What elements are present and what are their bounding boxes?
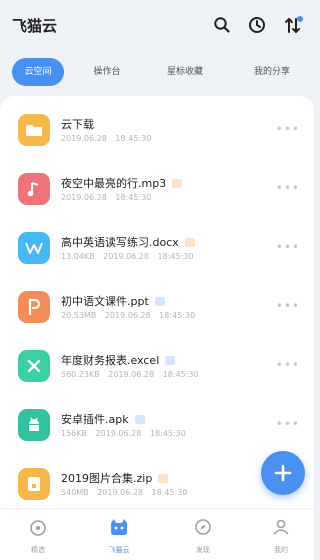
bottom-nav: 精选 飞猫云 发现 我的 <box>0 508 314 560</box>
tab-bar: 云空间 操作台 星标收藏 我的分享 <box>12 58 312 86</box>
tab-my-shares[interactable]: 我的分享 <box>242 58 302 86</box>
more-icon[interactable]: ••• <box>276 358 300 372</box>
nav-label: 精选 <box>31 546 45 554</box>
compass-icon <box>195 519 211 535</box>
nav-featured[interactable]: 精选 <box>13 517 63 555</box>
ppt-icon <box>18 291 50 323</box>
plus-icon <box>274 464 292 482</box>
file-name: 夜空中最亮的行.mp3 <box>61 175 183 191</box>
nav-label: 我的 <box>274 546 288 554</box>
tab-cloud-space[interactable]: 云空间 <box>12 58 64 86</box>
user-icon <box>273 519 289 535</box>
nav-discover[interactable]: 发现 <box>178 517 228 555</box>
search-icon[interactable] <box>212 15 232 35</box>
file-list: 云下载 2019.06.28 18:45:30 ••• 夜空中最亮的行.mp3 … <box>0 96 314 516</box>
nav-feimao-cloud[interactable]: 飞猫云 <box>94 517 144 555</box>
file-meta: 20.53MB 2019.06.28 18:45:30 <box>61 311 196 320</box>
file-name: 安卓插件.apk <box>61 411 145 427</box>
file-meta: 2019.06.28 18:45:30 <box>61 134 152 143</box>
excel-icon <box>18 350 50 382</box>
tag-badge <box>134 414 145 424</box>
tag-badge <box>158 473 169 483</box>
file-name: 2019图片合集.zip <box>61 470 169 486</box>
folder-icon <box>18 114 50 146</box>
more-icon[interactable]: ••• <box>276 240 300 254</box>
file-meta: 2019.06.28 18:45:30 <box>61 193 152 202</box>
featured-icon <box>30 520 46 536</box>
list-item[interactable]: 高中英语读写练习.docx 13.04KB 2019.06.28 18:45:3… <box>0 218 314 278</box>
app-header: 飞猫云 <box>0 0 314 52</box>
tag-badge <box>172 178 183 188</box>
list-item[interactable]: 安卓插件.apk 156KB 2019.06.28 18:45:30 ••• <box>0 395 314 455</box>
tag-badge <box>154 296 165 306</box>
zip-icon <box>18 468 50 500</box>
file-name: 年度财务报表.excel <box>61 352 176 368</box>
tab-starred[interactable]: 星标收藏 <box>160 58 210 86</box>
file-meta: 156KB 2019.06.28 18:45:30 <box>61 429 186 438</box>
music-icon <box>18 173 50 205</box>
list-item[interactable]: 年度财务报表.excel 560.23KB 2019.06.28 18:45:3… <box>0 336 314 396</box>
tag-badge <box>184 237 195 247</box>
add-button[interactable] <box>261 451 305 495</box>
file-meta: 540MB 2019.06.28 18:45:30 <box>61 488 188 497</box>
more-icon[interactable]: ••• <box>276 181 300 195</box>
file-name: 云下载 <box>61 118 94 131</box>
app-title: 飞猫云 <box>12 17 58 35</box>
android-icon <box>18 409 50 441</box>
list-item[interactable]: 夜空中最亮的行.mp3 2019.06.28 18:45:30 ••• <box>0 159 314 219</box>
nav-label: 发现 <box>196 546 210 554</box>
file-name: 高中英语读写练习.docx <box>61 234 195 250</box>
cat-cloud-icon <box>111 519 127 535</box>
tag-badge <box>165 355 176 365</box>
more-icon[interactable]: ••• <box>276 417 300 431</box>
more-icon[interactable]: ••• <box>276 122 300 136</box>
file-name: 初中语文课件.ppt <box>61 293 165 309</box>
sort-icon[interactable] <box>283 15 303 35</box>
word-icon <box>18 232 50 264</box>
list-item[interactable]: 初中语文课件.ppt 20.53MB 2019.06.28 18:45:30 •… <box>0 277 314 337</box>
tab-console[interactable]: 操作台 <box>82 58 132 86</box>
file-meta: 560.23KB 2019.06.28 18:45:30 <box>61 370 199 379</box>
nav-label: 飞猫云 <box>108 546 130 554</box>
list-item[interactable]: 云下载 2019.06.28 18:45:30 ••• <box>0 100 314 160</box>
file-meta: 13.04KB 2019.06.28 18:45:30 <box>61 252 194 261</box>
history-icon[interactable] <box>247 15 267 35</box>
nav-profile[interactable]: 我的 <box>256 517 306 555</box>
more-icon[interactable]: ••• <box>276 299 300 313</box>
